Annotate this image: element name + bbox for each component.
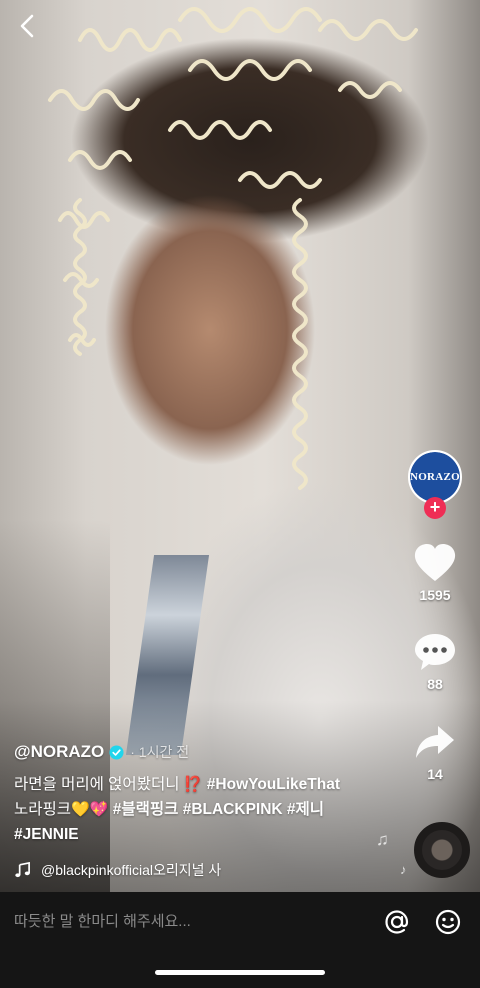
profile-avatar[interactable]: NORAZO <box>408 450 462 504</box>
heart-emoji: 💛💖 <box>71 801 109 818</box>
share-count: 14 <box>427 766 443 782</box>
sound-disc[interactable] <box>414 822 470 878</box>
like-count: 1595 <box>419 587 451 603</box>
caption-text: 노라핑크 <box>14 801 72 818</box>
post-description: 라면을 머리에 얹어봤더니 ⁉️ #HowYouLikeThat 노라핑크💛💖 … <box>14 772 394 847</box>
hashtag-blackpink-korean[interactable]: #블랙핑크 <box>113 801 179 818</box>
video-screen: NORAZO + 1595 88 14 ♫ ♪ @NORAZO · 1시간 전 … <box>0 0 480 988</box>
post-time: · 1시간 전 <box>130 744 190 760</box>
back-button[interactable] <box>14 12 42 40</box>
music-note-icon <box>15 861 30 877</box>
at-icon[interactable] <box>383 908 411 936</box>
hashtag-jennie[interactable]: #JENNIE <box>14 826 79 843</box>
plus-icon: + <box>429 497 441 517</box>
sound-name: @blackpinkofficial오리지널 사 <box>41 862 222 878</box>
verified-check-icon <box>109 744 124 760</box>
like-button[interactable]: 1595 <box>390 543 480 603</box>
caption-text: 라면을 머리에 얹어봤더니 <box>14 776 180 793</box>
comment-input[interactable]: 따듯한 말 한마디 해주세요... <box>14 902 354 942</box>
floating-note-icon: ♪ <box>400 862 407 877</box>
follow-button[interactable]: + <box>424 497 446 519</box>
comment-bubble-icon <box>415 634 455 670</box>
home-indicator <box>155 970 325 975</box>
author-row: @NORAZO · 1시간 전 <box>14 740 394 764</box>
logo-text: NORAZO <box>409 471 461 483</box>
author-username[interactable]: @NORAZO <box>14 742 104 762</box>
share-arrow-icon <box>416 726 454 758</box>
post-caption: @NORAZO · 1시간 전 라면을 머리에 얹어봤더니 ⁉️ #HowYou… <box>14 740 394 881</box>
hashtag-jennie-korean[interactable]: #제니 <box>287 801 324 818</box>
comment-count: 88 <box>427 676 443 692</box>
norazo-logo: NORAZO <box>410 452 460 502</box>
exclamation-question-emoji: ⁉️ <box>183 776 203 793</box>
heart-icon <box>414 544 456 581</box>
hashtag-howyoulikethat[interactable]: #HowYouLikeThat <box>207 776 340 793</box>
smiley-icon[interactable] <box>434 908 462 936</box>
share-button[interactable]: 14 <box>390 722 480 782</box>
sound-row[interactable]: @blackpinkofficial오리지널 사 <box>14 859 394 881</box>
chevron-left-icon <box>20 14 34 38</box>
hashtag-blackpink[interactable]: #BLACKPINK <box>183 801 283 818</box>
comment-bar: 따듯한 말 한마디 해주세요... <box>0 892 480 988</box>
comment-button[interactable]: 88 <box>390 632 480 692</box>
